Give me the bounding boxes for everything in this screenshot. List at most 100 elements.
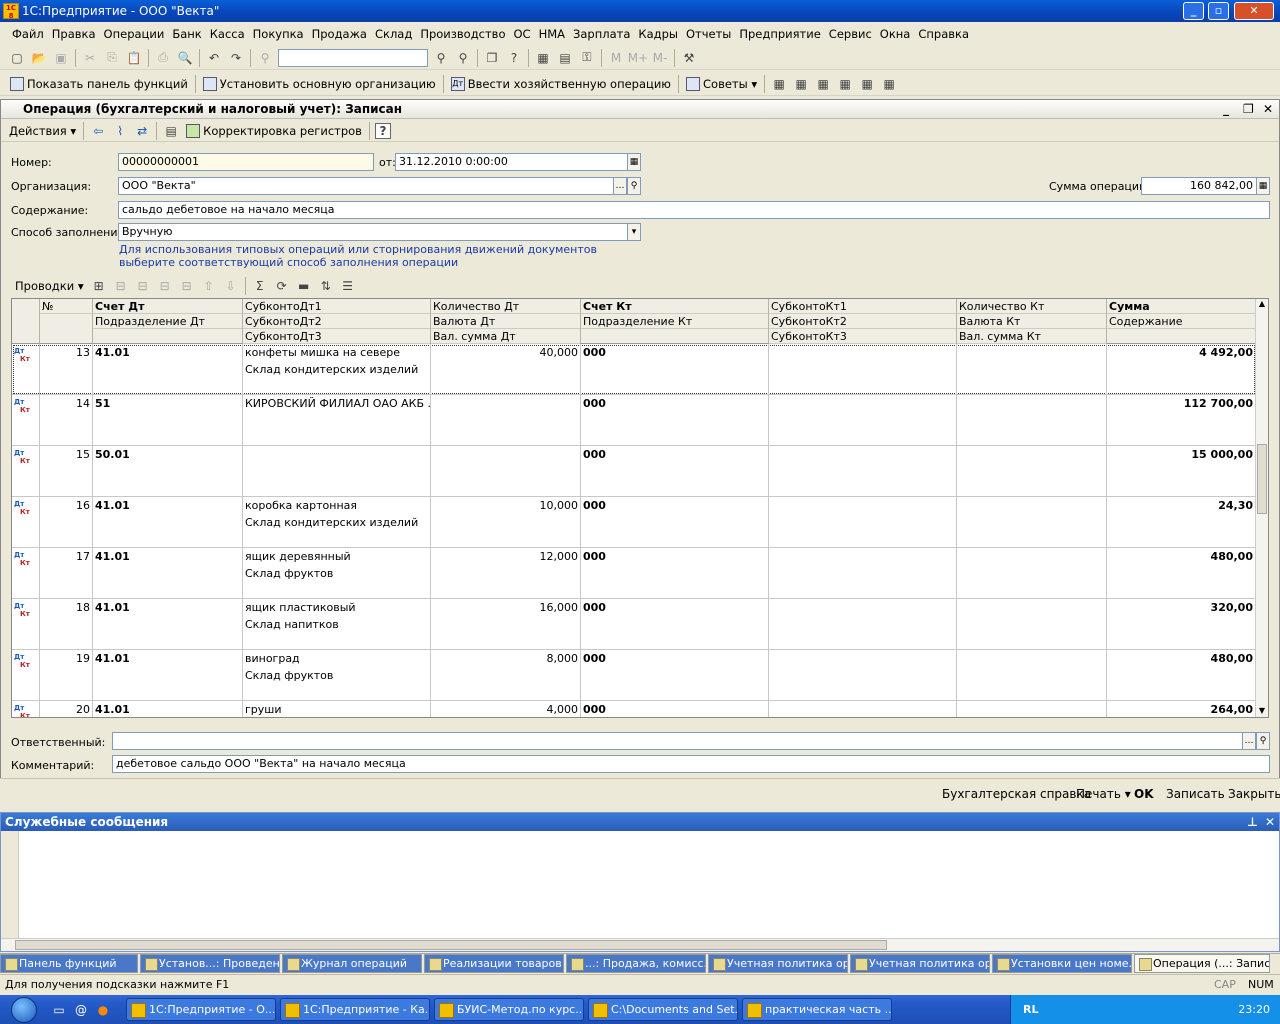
find-next-icon[interactable]: ⚲ (432, 49, 450, 67)
quantity-dt-cell[interactable]: 16,000 (431, 599, 581, 650)
sum-cell[interactable]: 4 492,00 (1107, 344, 1256, 395)
save-button[interactable]: Записать (1166, 787, 1225, 801)
document-icon[interactable]: ▤ (162, 122, 180, 140)
menu-edit[interactable]: Правка (48, 27, 100, 41)
show-function-panel-button[interactable]: Показать панель функций (6, 74, 192, 94)
sum-cell[interactable]: 112 700,00 (1107, 395, 1256, 446)
table-row[interactable]: Дт Кт 19 41.01 виноград Склад фруктов 8,000 000… (12, 650, 1256, 701)
scroll-thumb[interactable] (15, 940, 887, 950)
quantity-dt-cell[interactable]: 40,000 (431, 344, 581, 395)
account-dt-cell[interactable]: 51 (93, 395, 243, 446)
row-icon-cell[interactable]: Дт Кт (12, 395, 40, 446)
ok-button[interactable]: OK (1134, 787, 1154, 801)
menu-warehouse[interactable]: Склад (371, 27, 416, 41)
quantity-dt-cell[interactable]: 8,000 (431, 650, 581, 701)
clock[interactable]: 23:20 (1238, 1003, 1270, 1016)
menu-fixed-assets[interactable]: ОС (509, 27, 534, 41)
table-row[interactable]: Дт Кт 17 41.01 ящик деревянный Склад фруктов 1… (12, 548, 1256, 599)
scroll-thumb[interactable] (1257, 444, 1267, 514)
fill-hint-line2[interactable]: выберите соответствующий способ заполнен… (119, 256, 458, 269)
account-kt-cell[interactable]: 000 (581, 599, 769, 650)
account-kt-cell[interactable]: 000 (581, 650, 769, 701)
movements-icon[interactable]: ⌇ (111, 122, 129, 140)
menu-hr[interactable]: Кадры (634, 27, 682, 41)
table-row[interactable]: Дт Кт 14 51 КИРОВСКИЙ ФИЛИАЛ ОАО АКБ ... 000 1… (12, 395, 1256, 446)
close-button[interactable]: ✕ (1234, 2, 1274, 20)
menu-sale[interactable]: Продажа (308, 27, 371, 41)
quantity-kt-cell[interactable] (957, 344, 1107, 395)
row-number-cell[interactable]: 14 (40, 395, 93, 446)
responsible-field[interactable] (112, 732, 1243, 750)
window-tab-journal[interactable]: Журнал операций (282, 954, 422, 973)
quantity-kt-cell[interactable] (957, 650, 1107, 701)
save-icon[interactable]: ▣ (52, 49, 70, 67)
sum-cell[interactable]: 24,30 (1107, 497, 1256, 548)
start-button[interactable] (0, 995, 48, 1024)
memory-m-icon[interactable]: M (607, 49, 625, 67)
account-dt-cell[interactable]: 41.01 (93, 497, 243, 548)
language-indicator[interactable]: RL (1023, 995, 1038, 1024)
find-prev-icon[interactable]: ⚲ (454, 49, 472, 67)
account-dt-cell[interactable]: 41.01 (93, 599, 243, 650)
copy-row-icon[interactable]: ⊟ (112, 277, 130, 295)
end-edit-icon[interactable]: ⊟ (178, 277, 196, 295)
firefox-icon[interactable]: ● (94, 1001, 112, 1019)
minimize-button[interactable]: _ (1183, 2, 1204, 20)
menu-purchase[interactable]: Покупка (249, 27, 308, 41)
row-icon-cell[interactable]: Дт Кт (12, 650, 40, 701)
row-icon-cell[interactable]: Дт Кт (12, 701, 40, 717)
menu-file[interactable]: Файл (8, 27, 48, 41)
help-icon[interactable]: ? (374, 122, 391, 139)
paste-icon[interactable]: 📋 (125, 49, 143, 67)
subconto-dt-cell[interactable] (243, 446, 431, 497)
calculator-icon[interactable]: ▦ (1256, 177, 1270, 195)
account-dt-cell[interactable]: 41.01 (93, 344, 243, 395)
table-row[interactable]: Дт Кт 20 41.01 груши 4,000 000 264,00 (12, 701, 1256, 717)
panel-close-icon[interactable]: ✕ (1265, 813, 1275, 831)
table-row[interactable]: Дт Кт 13 41.01 конфеты мишка на севере Склад … (12, 344, 1256, 395)
row-icon-cell[interactable]: Дт Кт (12, 344, 40, 395)
account-kt-cell[interactable]: 000 (581, 548, 769, 599)
sum-cell[interactable]: 264,00 (1107, 701, 1256, 717)
quantity-dt-cell[interactable] (431, 446, 581, 497)
window-icon[interactable]: ❐ (483, 49, 501, 67)
pin-icon[interactable]: ⊥ (1247, 813, 1258, 831)
menu-bank[interactable]: Банк (168, 27, 205, 41)
balance-icon[interactable]: ▦ (814, 75, 832, 93)
subconto-dt-cell[interactable]: конфеты мишка на севере Склад кондитерски… (243, 344, 431, 395)
menu-windows[interactable]: Окна (876, 27, 915, 41)
sum-cell[interactable]: 480,00 (1107, 650, 1256, 701)
subconto-kt-cell[interactable] (769, 650, 957, 701)
email-icon[interactable]: @ (72, 1001, 90, 1019)
calculator-icon[interactable]: ▦ (534, 49, 552, 67)
window-tab-operation[interactable]: Операция (...: Записан (1134, 954, 1270, 973)
quantity-kt-cell[interactable] (957, 701, 1107, 717)
quantity-dt-cell[interactable] (431, 395, 581, 446)
row-number-cell[interactable]: 20 (40, 701, 93, 717)
tools-icon[interactable]: ⚒ (680, 49, 698, 67)
menu-help[interactable]: Справка (914, 27, 973, 41)
account-dt-cell[interactable]: 50.01 (93, 446, 243, 497)
copy-icon[interactable]: ⎘ (103, 49, 121, 67)
table-row[interactable]: Дт Кт 18 41.01 ящик пластиковый Склад напитко… (12, 599, 1256, 650)
menu-production[interactable]: Производство (416, 27, 509, 41)
row-number-cell[interactable]: 17 (40, 548, 93, 599)
delete-row-icon[interactable]: ⊟ (156, 277, 174, 295)
grid-header-num[interactable]: № (40, 299, 93, 344)
preview-icon[interactable]: 🔍 (176, 49, 194, 67)
subconto-kt-cell[interactable] (769, 395, 957, 446)
chart-of-accounts-icon[interactable]: ▦ (770, 75, 788, 93)
account-kt-cell[interactable]: 000 (581, 701, 769, 717)
calendar-icon[interactable]: ▤ (556, 49, 574, 67)
subconto-kt-cell[interactable] (769, 344, 957, 395)
undo-icon[interactable]: ↶ (205, 49, 223, 67)
taskbar-item-practical[interactable]: практическая часть ... (742, 998, 892, 1021)
grid-header-qty-dt[interactable]: Количество Дт Валюта Дт Вал. сумма Дт (431, 299, 581, 344)
menu-service[interactable]: Сервис (825, 27, 876, 41)
memory-plus-icon[interactable]: M+ (628, 49, 648, 67)
taskbar-item-1c-1[interactable]: 1С:Предприятие - О... (126, 998, 276, 1021)
scroll-down-icon[interactable]: ▼ (1256, 706, 1268, 717)
postings-menu-button[interactable]: Проводки ▾ (11, 276, 88, 296)
quantity-dt-cell[interactable]: 4,000 (431, 701, 581, 717)
quantity-dt-cell[interactable]: 10,000 (431, 497, 581, 548)
